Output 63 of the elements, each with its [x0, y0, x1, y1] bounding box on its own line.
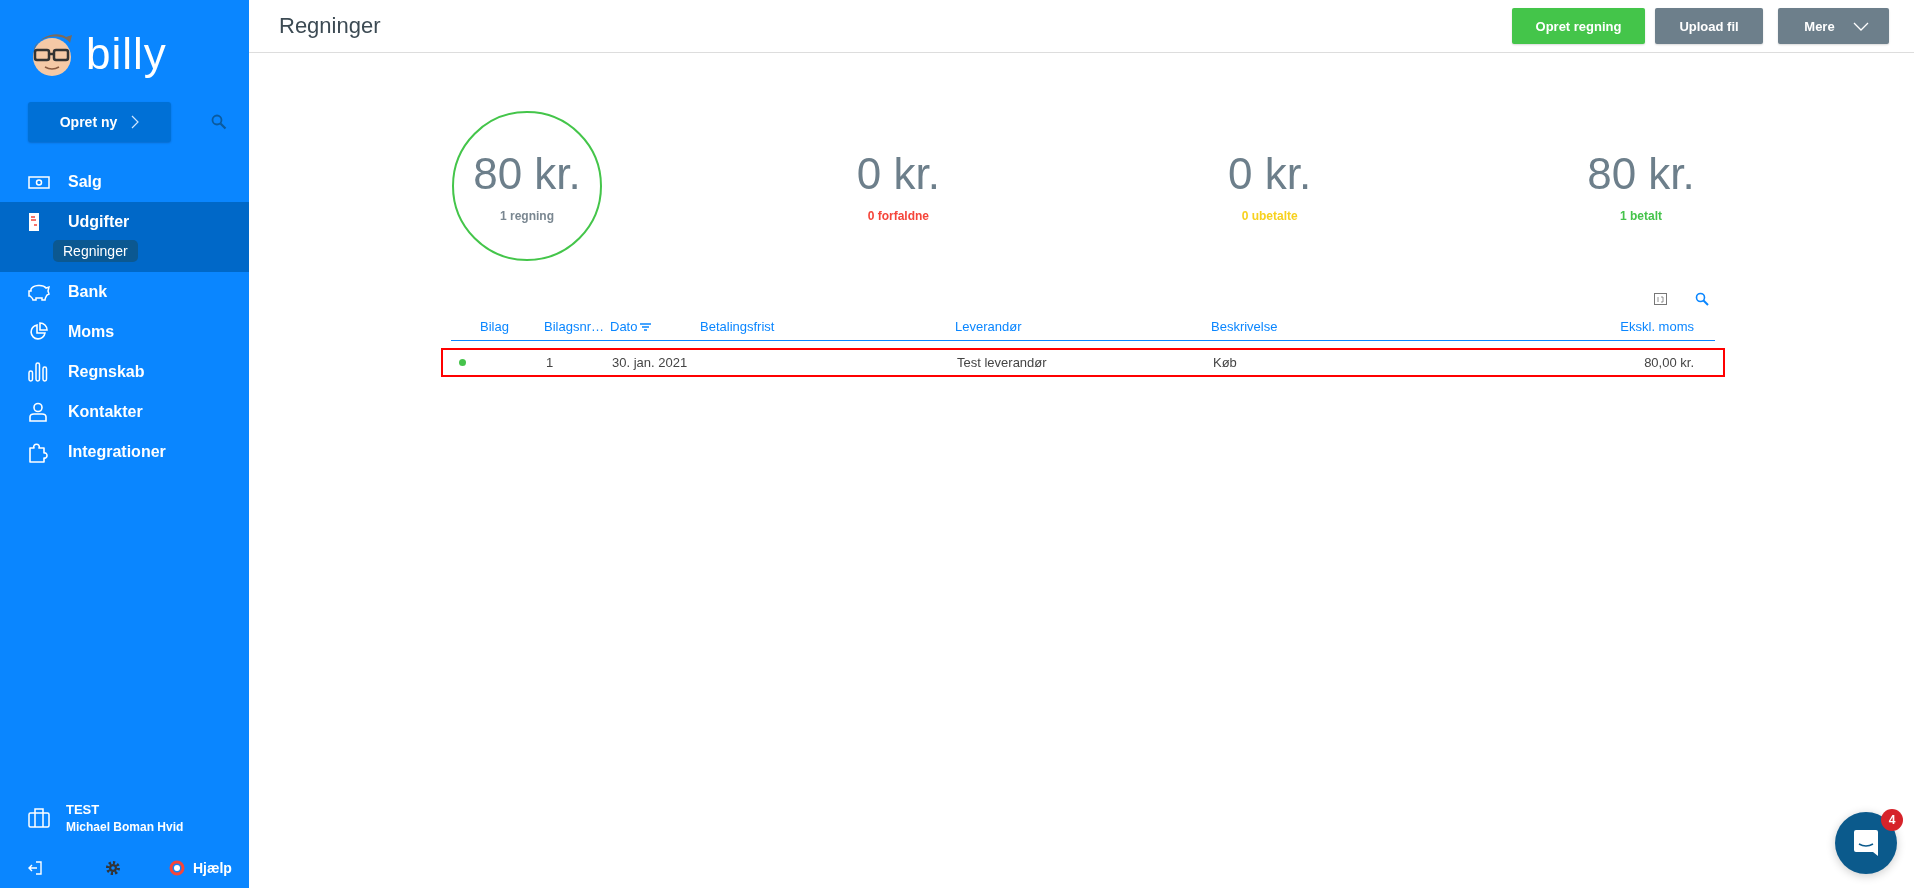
summary-label: 1 regning	[500, 209, 554, 223]
sidebar-item[interactable]: Kontakter	[0, 392, 249, 432]
summary-amount: 80 kr.	[1587, 149, 1695, 199]
user-name: Michael Boman Hvid	[66, 820, 184, 834]
column-header[interactable]: Ekskl. moms	[1461, 319, 1715, 334]
logout-icon[interactable]	[28, 861, 42, 875]
table-cell-text: 1	[546, 355, 555, 370]
pie-chart-icon	[28, 322, 48, 342]
caret-icon	[1852, 21, 1869, 31]
summary-label: 0 forfaldne	[867, 209, 929, 223]
summary-label: 1 betalt	[1619, 209, 1662, 223]
column-header[interactable]: Bilagsnr…	[544, 319, 610, 334]
settings-icon[interactable]	[105, 860, 121, 876]
table-cell-text: 30. jan. 2021	[612, 355, 689, 370]
summary-label: 0 ubetalte	[1241, 209, 1298, 223]
sidebar-item[interactable]: Regnskab	[0, 352, 249, 392]
summary-stat[interactable]: 80 kr. 1 betalt	[1566, 111, 1716, 261]
summary-amount: 0 kr.	[856, 149, 940, 199]
sidebar-item[interactable]: Integrationer	[0, 432, 249, 472]
search-icon[interactable]	[1695, 292, 1709, 306]
chevron-icon	[131, 115, 140, 129]
puzzle-icon	[28, 441, 48, 463]
column-header[interactable]: Betalingsfrist	[700, 319, 955, 334]
page-title: Regninger	[279, 13, 382, 39]
table-cell-text: 80,00 kr.	[1643, 355, 1695, 370]
briefcase-icon	[28, 808, 50, 828]
summary-stat[interactable]: 0 kr. 0 forfaldne	[823, 111, 974, 261]
receipt-icon	[28, 212, 40, 232]
column-header[interactable]: Leverandør	[955, 319, 1211, 334]
cartoon-face-logo-icon	[30, 31, 74, 77]
chat-bubble-icon	[1853, 829, 1879, 857]
sidebar-item[interactable]: Salg	[0, 162, 249, 202]
piggy-bank-icon	[28, 283, 50, 301]
column-header[interactable]: Dato	[610, 319, 700, 334]
table-row[interactable]: 1 30. jan. 2021 Test leverandør Køb 80,00 kr.	[441, 348, 1725, 377]
logo-text: billy	[86, 29, 167, 79]
calendar-icon[interactable]	[1654, 293, 1667, 305]
sidebar-subitem[interactable]: Regninger	[53, 240, 138, 262]
table-cell-text: Test leverandør	[957, 355, 1048, 370]
column-header[interactable]: Beskrivelse	[1211, 319, 1461, 334]
sort-icon	[640, 322, 652, 331]
sidebar-item[interactable]: Udgifter	[0, 202, 249, 242]
banknote-icon	[28, 175, 50, 189]
sidebar-item[interactable]: Bank	[0, 272, 249, 312]
bar-chart-icon	[28, 362, 48, 382]
table-cell-text: Køb	[1213, 355, 1238, 370]
column-header[interactable]: Bilag	[451, 319, 544, 334]
summary-stat[interactable]: 0 kr. 0 ubetalte	[1194, 111, 1345, 261]
notification-badge: 4	[1881, 809, 1903, 831]
create-new-button[interactable]: Opret ny	[28, 102, 171, 142]
chat-launcher-button[interactable]	[1835, 812, 1897, 874]
header-button[interactable]: Upload fil	[1655, 8, 1763, 44]
summary-amount: 80 kr.	[473, 149, 581, 199]
help-link[interactable]: Hjælp	[169, 860, 232, 876]
search-icon[interactable]	[211, 114, 227, 130]
lifebuoy-icon	[169, 860, 185, 876]
summary-circle[interactable]: 80 kr. 1 regning	[452, 111, 602, 261]
more-dropdown-button[interactable]: Mere	[1778, 8, 1889, 44]
person-icon	[28, 402, 48, 422]
sidebar-item[interactable]: Moms	[0, 312, 249, 352]
header-button[interactable]: Opret regning	[1512, 8, 1645, 44]
organization-name: TEST	[66, 802, 101, 817]
summary-amount: 0 kr.	[1228, 149, 1312, 199]
